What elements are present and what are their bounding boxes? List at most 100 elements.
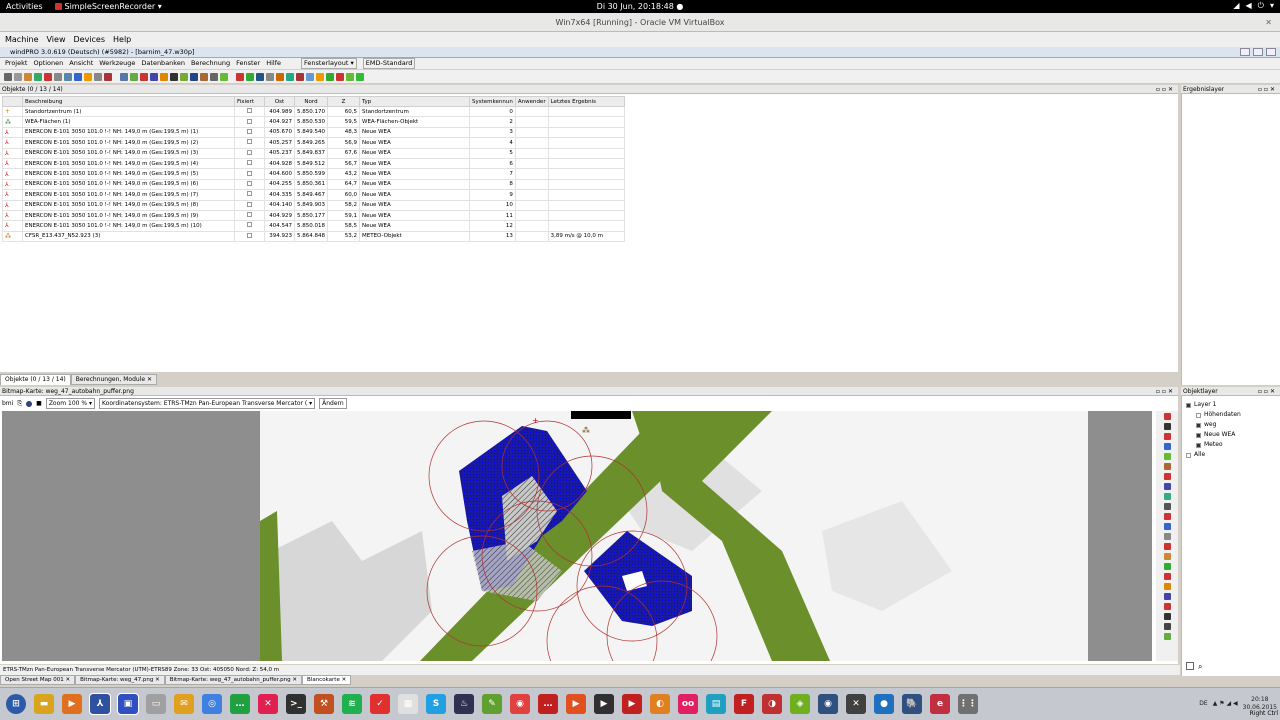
system-tray[interactable]: ◢ ◀ ⏻ ▾ bbox=[1233, 1, 1274, 11]
cell-fixiert[interactable] bbox=[234, 105, 265, 118]
cell-typ[interactable]: METEO-Objekt bbox=[359, 230, 470, 243]
cell-anwender[interactable] bbox=[514, 209, 549, 222]
cell-typ[interactable]: Standortzentrum bbox=[359, 105, 470, 118]
toolbar-icon[interactable] bbox=[54, 72, 62, 81]
map-tool-icon[interactable] bbox=[1163, 523, 1171, 530]
toolbar-icon[interactable] bbox=[34, 72, 42, 81]
cell-beschreibung[interactable]: ENERCON E-101 3050 101.0 !-! NH: 149,0 m… bbox=[22, 178, 235, 191]
taskbar-app-calendar[interactable]: ▦ bbox=[398, 694, 418, 714]
taskbar-app-hangouts[interactable]: … bbox=[230, 694, 250, 714]
menu-devices[interactable]: Devices bbox=[73, 35, 105, 44]
tab-objekte[interactable]: Objekte (0 / 13 / 14) bbox=[0, 374, 71, 385]
menu-berechnung[interactable]: Berechnung bbox=[191, 58, 230, 69]
cell-systemkennung[interactable]: 5 bbox=[469, 147, 516, 159]
cell-letztes-ergebnis[interactable] bbox=[547, 105, 625, 118]
cell-letztes-ergebnis[interactable] bbox=[547, 178, 625, 191]
volume-icon[interactable]: ◀ bbox=[1246, 1, 1252, 11]
cell-fixiert[interactable] bbox=[234, 209, 265, 222]
col-z[interactable]: Z bbox=[327, 96, 360, 107]
cell-anwender[interactable] bbox=[514, 230, 549, 243]
cell-anwender[interactable] bbox=[514, 126, 549, 139]
cell-beschreibung[interactable]: ENERCON E-101 3050 101.0 !-! NH: 149,0 m… bbox=[22, 199, 235, 211]
cell-nord[interactable]: 5.850.170 bbox=[294, 105, 328, 118]
layout-select[interactable]: EMD-Standard bbox=[362, 58, 416, 69]
cell-typ[interactable]: Neue WEA bbox=[359, 189, 470, 201]
layer-checkbox[interactable] bbox=[1196, 422, 1201, 428]
tab-bitmap-weg[interactable]: Bitmap-Karte: weg_47.png ✕ bbox=[75, 675, 165, 685]
cell-letztes-ergebnis[interactable] bbox=[547, 220, 625, 232]
map-tool-icon[interactable] bbox=[1163, 473, 1171, 480]
map-tool-icon[interactable] bbox=[1163, 613, 1171, 620]
toolbar-icon[interactable] bbox=[150, 72, 158, 81]
panel-controls[interactable]: ▫▫✕ bbox=[1156, 387, 1175, 396]
zoom-select[interactable]: Zoom 100 % ▾ bbox=[45, 398, 96, 409]
cell-systemkennung[interactable]: 10 bbox=[469, 199, 516, 211]
toolbar-icon[interactable] bbox=[140, 72, 148, 81]
map-tool-icon[interactable] bbox=[1163, 493, 1171, 500]
language-indicator[interactable]: DE bbox=[1199, 700, 1207, 707]
toolbar-icon[interactable] bbox=[4, 72, 12, 81]
menu-fenster[interactable]: Fenster bbox=[236, 58, 260, 69]
fixiert-checkbox[interactable] bbox=[247, 232, 252, 238]
map-tool-icon[interactable] bbox=[1163, 563, 1171, 570]
table-row[interactable]: ⅄ ENERCON E-101 3050 101.0 !-! NH: 149,0 … bbox=[2, 209, 625, 222]
cell-fixiert[interactable] bbox=[234, 168, 265, 180]
cell-ost[interactable]: 404.927 bbox=[264, 116, 295, 128]
menu-optionen[interactable]: Optionen bbox=[33, 58, 63, 69]
cell-nord[interactable]: 5.850.530 bbox=[294, 116, 328, 128]
turbine-marker[interactable]: + bbox=[532, 416, 539, 425]
taskbar-app-media-player[interactable]: ▶ bbox=[62, 694, 82, 714]
cell-ost[interactable]: 404.989 bbox=[264, 105, 295, 118]
change-button[interactable]: Ändern bbox=[319, 398, 347, 409]
layer-checkbox[interactable] bbox=[1196, 442, 1201, 448]
close-icon[interactable]: ✕ bbox=[1265, 13, 1272, 32]
cell-systemkennung[interactable]: 2 bbox=[469, 116, 516, 128]
toolbar-icon[interactable] bbox=[210, 72, 218, 81]
cell-beschreibung[interactable]: Standortzentrum (1) bbox=[22, 105, 235, 118]
toolbar-icon[interactable] bbox=[256, 72, 264, 81]
cell-nord[interactable]: 5.850.599 bbox=[294, 168, 328, 180]
fixiert-checkbox[interactable] bbox=[247, 118, 252, 124]
table-row[interactable]: ⅄ ENERCON E-101 3050 101.0 !-! NH: 149,0 … bbox=[2, 147, 625, 159]
tab-blancokarte[interactable]: Blancokarte ✕ bbox=[302, 675, 352, 685]
table-row[interactable]: ⅄ ENERCON E-101 3050 101.0 !-! NH: 149,0 … bbox=[2, 157, 625, 170]
cell-fixiert[interactable] bbox=[234, 147, 265, 159]
map-tool-icon[interactable] bbox=[1163, 533, 1171, 540]
toolbar-icon[interactable] bbox=[236, 72, 244, 81]
cell-ost[interactable]: 404.255 bbox=[264, 178, 295, 191]
cell-z[interactable]: 67,6 bbox=[327, 147, 360, 159]
cell-z[interactable]: 56,9 bbox=[327, 137, 360, 149]
col-fixiert[interactable]: Fixiert bbox=[234, 96, 265, 107]
toolbar-icon[interactable] bbox=[104, 72, 112, 81]
globe-icon[interactable] bbox=[26, 400, 33, 407]
taskbar-app-xmind[interactable]: ✕ bbox=[258, 694, 278, 714]
table-row[interactable]: ⅄ ENERCON E-101 3050 101.0 !-! NH: 149,0 … bbox=[2, 126, 625, 139]
table-row[interactable]: ⁂ WEA-Flächen (1) 404.927 5.850.530 59,5 WEA-… bbox=[2, 116, 625, 128]
cell-ost[interactable]: 404.547 bbox=[264, 220, 295, 232]
col-beschreibung[interactable]: Beschreibung bbox=[22, 96, 235, 107]
map-tool-icon[interactable] bbox=[1163, 583, 1171, 590]
cell-z[interactable]: 59,5 bbox=[327, 116, 360, 128]
map-tool-icon[interactable] bbox=[1163, 573, 1171, 580]
cell-beschreibung[interactable]: WEA-Flächen (1) bbox=[22, 116, 235, 128]
fixiert-checkbox[interactable] bbox=[247, 128, 252, 134]
toolbar-icon[interactable] bbox=[356, 72, 364, 81]
cell-beschreibung[interactable]: ENERCON E-101 3050 101.0 !-! NH: 149,0 m… bbox=[22, 209, 235, 222]
cell-anwender[interactable] bbox=[514, 168, 549, 180]
map-tool-icon[interactable] bbox=[1163, 423, 1171, 430]
menu-projekt[interactable]: Projekt bbox=[5, 58, 27, 69]
cell-systemkennung[interactable]: 4 bbox=[469, 137, 516, 149]
cell-ost[interactable]: 404.600 bbox=[264, 168, 295, 180]
taskbar-app-camera[interactable]: ◉ bbox=[818, 694, 838, 714]
cell-z[interactable]: 60,0 bbox=[327, 189, 360, 201]
cell-beschreibung[interactable]: ENERCON E-101 3050 101.0 !-! NH: 149,0 m… bbox=[22, 168, 235, 180]
table-row[interactable]: ⅄ ENERCON E-101 3050 101.0 !-! NH: 149,0 … bbox=[2, 168, 625, 180]
taskbar-app-nvidia[interactable]: ◈ bbox=[790, 694, 810, 714]
cell-typ[interactable]: Neue WEA bbox=[359, 178, 470, 191]
cell-ost[interactable]: 394.923 bbox=[264, 230, 295, 243]
fixiert-checkbox[interactable] bbox=[247, 201, 252, 207]
layout-menu[interactable]: Fensterlayout ▾ bbox=[301, 58, 357, 69]
cell-typ[interactable]: Neue WEA bbox=[359, 137, 470, 149]
cell-fixiert[interactable] bbox=[234, 157, 265, 170]
close-icon[interactable] bbox=[1266, 48, 1276, 56]
